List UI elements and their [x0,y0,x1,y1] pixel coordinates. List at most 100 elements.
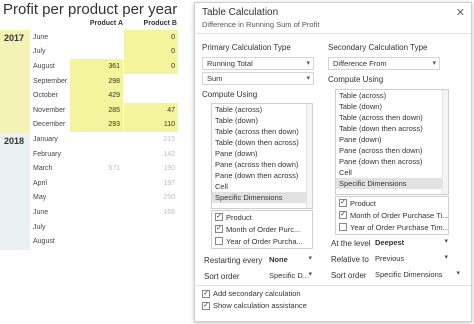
table-row[interactable]: August 361 0 [30,59,178,74]
primary-calc-type-dropdown[interactable]: Running Total ▾ [202,57,314,70]
secondary-sort-order-dropdown[interactable]: Specific Dimensions ▾ [371,268,463,281]
cell-product-a[interactable] [70,220,123,235]
list-item[interactable]: Pane (down then across) [336,156,448,167]
table-row[interactable]: July 0 [30,44,178,60]
list-item[interactable]: Table (across) [336,90,448,101]
cell-product-b[interactable]: 168 [124,205,178,220]
cell-product-a[interactable]: 298 [70,73,123,89]
scrollbar[interactable] [306,104,312,208]
cell-product-b[interactable]: 142 [124,147,178,162]
table-row[interactable]: May 250 [30,191,178,206]
table-row[interactable]: June 168 [30,205,178,220]
cell-product-a[interactable] [70,176,123,191]
cell-product-b[interactable] [124,220,178,235]
cell-product-a[interactable] [70,234,123,249]
list-item[interactable]: Pane (down) [212,148,312,159]
field-checkbox-month[interactable]: ✓ Month of Order Purchase Ti... [336,209,448,221]
checkbox[interactable]: ✓ [202,301,210,310]
list-item[interactable]: Pane (across then down) [336,145,448,156]
field-checkbox-product[interactable]: ✓ Product [336,197,448,209]
list-item[interactable]: Pane (down) [336,134,448,145]
checkbox[interactable]: ✓ [202,289,210,298]
cell-product-b[interactable]: 215 [124,132,178,147]
list-item-selected[interactable]: Specific Dimensions [212,192,312,203]
list-item[interactable]: Table (across then down) [212,126,312,137]
cell-product-b[interactable] [124,74,178,89]
table-row[interactable]: June 0 [30,30,178,45]
list-item[interactable]: Cell [336,167,448,178]
list-item[interactable]: Table (down) [212,115,312,126]
year-header-2017[interactable]: 2017 [0,30,30,133]
chevron-down-icon: ▾ [432,60,436,67]
cell-product-a[interactable] [70,45,123,60]
checkbox[interactable] [339,223,347,231]
list-item[interactable]: Table (down) [336,101,448,112]
table-row[interactable]: October 429 [30,88,178,103]
relative-to-dropdown[interactable]: Previous ▾ [371,252,451,265]
table-row[interactable]: July [30,220,178,235]
list-item[interactable]: Table (across then down) [336,112,448,123]
table-row[interactable]: December 293 110 [30,117,178,133]
list-item[interactable]: Table (down then across) [212,137,312,148]
cell-product-a[interactable] [70,205,123,220]
restarting-every-dropdown[interactable]: None ▾ [265,253,315,266]
cell-product-a[interactable]: 429 [70,88,123,103]
list-item[interactable]: Pane (across then down) [212,159,312,170]
table-row[interactable]: September 298 [30,73,178,89]
column-header-product-b[interactable]: Product B [125,20,177,27]
checkbox[interactable]: ✓ [339,211,347,219]
cell-product-b[interactable] [124,234,178,249]
list-item[interactable]: Cell [212,181,312,192]
sort-order-dropdown[interactable]: Specific D... ▾ [265,269,315,282]
field-label: Product [226,212,252,222]
cell-product-a[interactable]: 571 [70,161,123,176]
list-item-selected[interactable]: Specific Dimensions [336,178,448,189]
cell-product-b[interactable]: 197 [124,176,178,191]
table-row[interactable]: August [30,234,178,249]
cell-product-b[interactable] [124,88,178,103]
cell-product-b[interactable]: 0 [124,59,178,74]
sheet-title: Profit per product per year [3,1,178,18]
show-calculation-assistance-checkbox[interactable]: ✓ Show calculation assistance [202,301,307,310]
cell-product-b[interactable]: 47 [124,102,178,118]
table-row[interactable]: January 215 [30,132,178,147]
checkbox[interactable]: ✓ [215,213,223,221]
add-secondary-calculation-checkbox[interactable]: ✓ Add secondary calculation [202,289,301,298]
list-item[interactable]: Table (down then across) [336,123,448,134]
secondary-calc-type-dropdown[interactable]: Difference From ▾ [328,57,440,70]
close-icon[interactable]: ✕ [456,6,465,19]
chevron-down-icon: ▾ [456,270,460,277]
cell-product-a[interactable] [70,30,123,45]
at-the-level-dropdown[interactable]: Deepest ▾ [371,236,451,249]
cell-product-a[interactable] [70,132,123,147]
cell-product-a[interactable]: 293 [70,117,123,133]
secondary-compute-using-list[interactable]: Table (across) Table (down) Table (acros… [335,89,449,195]
field-checkbox-year[interactable]: Year of Order Purcha... [212,235,312,247]
primary-compute-using-list[interactable]: Table (across) Table (down) Table (acros… [211,103,313,209]
aggregation-dropdown[interactable]: Sum ▾ [202,72,314,85]
checkbox[interactable] [215,237,223,245]
list-item[interactable]: Table (across) [212,104,312,115]
cell-product-b[interactable]: 190 [124,161,178,176]
table-row[interactable]: April 197 [30,176,178,191]
field-checkbox-product[interactable]: ✓ Product [212,211,312,223]
cell-product-b[interactable]: 250 [124,191,178,206]
list-item[interactable]: Pane (down then across) [212,170,312,181]
cell-product-a[interactable]: 361 [70,59,123,74]
cell-product-a[interactable]: 285 [70,102,123,118]
checkbox[interactable]: ✓ [215,225,223,233]
column-header-product-a[interactable]: Product A [70,20,123,27]
field-checkbox-year[interactable]: Year of Order Purchase Tim... [336,221,448,233]
cell-product-a[interactable] [70,191,123,206]
table-row[interactable]: November 285 47 [30,102,178,118]
scrollbar[interactable] [442,90,448,194]
cell-product-a[interactable] [70,147,123,162]
field-checkbox-month[interactable]: ✓ Month of Order Purc... [212,223,312,235]
checkbox[interactable]: ✓ [339,199,347,207]
table-row[interactable]: March 571 190 [30,161,178,176]
cell-product-b[interactable]: 110 [124,117,178,133]
cell-product-b[interactable]: 0 [124,30,178,45]
cell-product-b[interactable]: 0 [124,44,178,60]
year-header-2018[interactable]: 2018 [0,133,30,250]
table-row[interactable]: February 142 [30,147,178,162]
